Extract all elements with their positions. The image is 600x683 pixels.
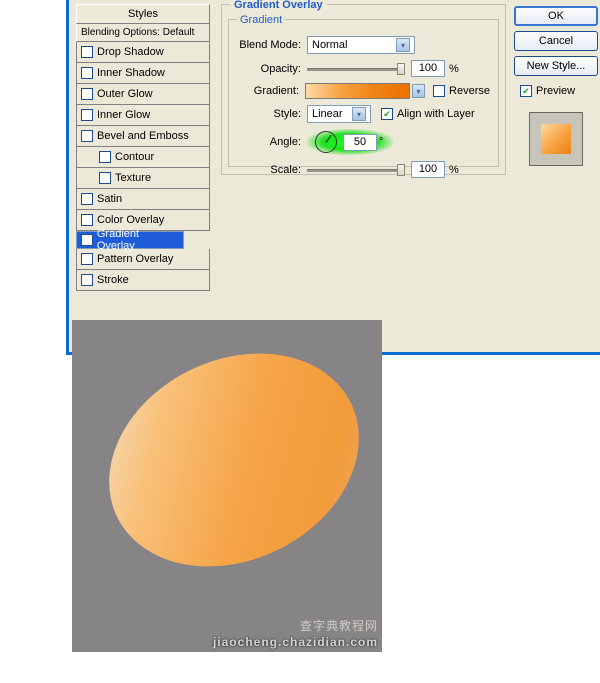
blend-mode-select[interactable]: Normal ▾ [307,36,415,54]
gradient-swatch[interactable] [305,83,410,99]
style-item-label: Bevel and Emboss [97,130,189,142]
style-item-label: Inner Shadow [97,67,165,79]
preview-swatch [541,124,571,154]
layer-style-dialog: Styles Blending Options: Default Drop Sh… [66,0,600,355]
watermark-url: jiaocheng.chazidian.com [213,635,378,649]
style-checkbox[interactable] [81,88,93,100]
new-style-button[interactable]: New Style... [514,56,598,76]
opacity-input[interactable]: 100 [411,60,445,77]
style-item-inner-shadow[interactable]: Inner Shadow [76,63,210,84]
chevron-down-icon: ▾ [352,107,366,121]
style-checkbox[interactable] [81,109,93,121]
style-item-stroke[interactable]: Stroke [76,270,210,291]
style-item-inner-glow[interactable]: Inner Glow [76,105,210,126]
angle-label: Angle: [237,136,307,148]
style-item-contour[interactable]: Contour [76,147,210,168]
style-checkbox[interactable] [81,253,93,265]
panel-title: Gradient Overlay [230,0,327,11]
style-item-label: Stroke [97,274,129,286]
style-item-label: Drop Shadow [97,46,164,58]
styles-column: Styles Blending Options: Default Drop Sh… [76,4,210,291]
watermark-text: 查字典教程网 [300,617,378,634]
style-checkbox[interactable] [81,193,93,205]
scale-slider[interactable] [307,167,405,173]
blend-mode-label: Blend Mode: [237,39,307,51]
style-checkbox[interactable] [99,151,111,163]
degree-label: ° [379,136,383,148]
gradient-ellipse [73,313,394,607]
percent-label: % [449,164,459,176]
style-checkbox[interactable] [81,214,93,226]
angle-highlight: 50 ° [307,129,393,155]
style-item-texture[interactable]: Texture [76,168,210,189]
cancel-button[interactable]: Cancel [514,31,598,51]
style-checkbox[interactable] [81,46,93,58]
style-item-bevel-and-emboss[interactable]: Bevel and Emboss [76,126,210,147]
result-preview: 查字典教程网 jiaocheng.chazidian.com [72,320,382,652]
style-item-drop-shadow[interactable]: Drop Shadow [76,42,210,63]
dialog-buttons: OK Cancel New Style... ✔ Preview [514,6,598,166]
style-item-gradient-overlay[interactable]: ✔ Gradient Overlay [76,231,184,249]
style-checkbox[interactable]: ✔ [81,234,93,246]
preview-checkbox[interactable]: ✔ [520,85,532,97]
style-item-label: Gradient Overlay [97,228,179,252]
ok-button[interactable]: OK [514,6,598,26]
style-label: Style: [237,108,307,120]
opacity-label: Opacity: [237,63,307,75]
style-item-label: Texture [115,172,151,184]
style-checkbox[interactable] [81,67,93,79]
align-label: Align with Layer [397,108,475,120]
gradient-group-label: Gradient [237,14,285,26]
preview-swatch-box [529,112,583,166]
scale-label: Scale: [237,164,307,176]
angle-dial[interactable] [315,131,337,153]
style-checkbox[interactable] [99,172,111,184]
styles-header: Styles [76,4,210,24]
style-value: Linear [312,108,343,120]
style-item-label: Outer Glow [97,88,153,100]
preview-label: Preview [536,85,575,97]
style-item-pattern-overlay[interactable]: Pattern Overlay [76,249,210,270]
style-item-satin[interactable]: Satin [76,189,210,210]
style-checkbox[interactable] [81,274,93,286]
percent-label: % [449,63,459,75]
chevron-down-icon[interactable]: ▾ [412,84,426,98]
style-item-outer-glow[interactable]: Outer Glow [76,84,210,105]
style-item-label: Contour [115,151,154,163]
gradient-label: Gradient: [237,85,305,97]
style-item-label: Satin [97,193,122,205]
blending-options-default[interactable]: Blending Options: Default [76,24,210,42]
style-select[interactable]: Linear ▾ [307,105,371,123]
style-item-label: Color Overlay [97,214,164,226]
reverse-checkbox[interactable] [433,85,445,97]
style-checkbox[interactable] [81,130,93,142]
opacity-slider[interactable] [307,66,405,72]
style-item-label: Pattern Overlay [97,253,173,265]
chevron-down-icon: ▾ [396,38,410,52]
align-checkbox[interactable]: ✔ [381,108,393,120]
blend-mode-value: Normal [312,39,347,51]
style-item-label: Inner Glow [97,109,150,121]
scale-input[interactable]: 100 [411,161,445,178]
reverse-label: Reverse [449,85,490,97]
angle-input[interactable]: 50 [343,134,377,151]
gradient-overlay-panel: Gradient Overlay Gradient Blend Mode: No… [221,4,506,175]
